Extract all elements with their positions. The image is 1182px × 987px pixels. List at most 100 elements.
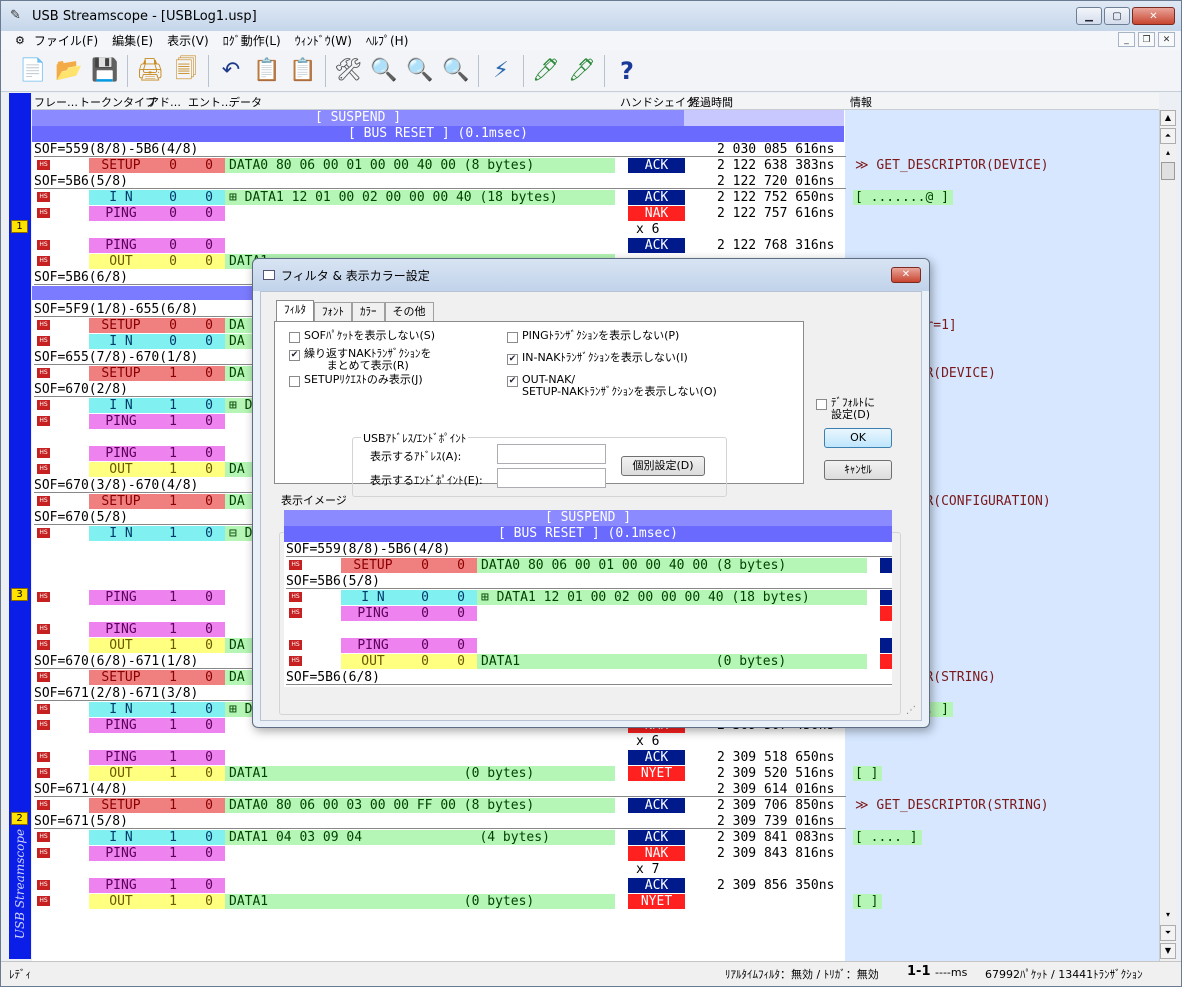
menu-item-2[interactable]: 表示(V) xyxy=(160,32,216,49)
checkbox-box[interactable] xyxy=(289,332,300,343)
packet-row[interactable]: SOF=559(8/8)-5B6(4/8) 2 030 085 616ns xyxy=(32,142,1159,158)
record-start-icon[interactable]: 🖊 xyxy=(530,54,562,88)
column-header-4[interactable]: データ xyxy=(229,94,262,110)
document-menu-icon[interactable]: ⚙ xyxy=(15,34,25,47)
filter-tools-icon[interactable]: 🛠 xyxy=(332,54,364,88)
column-header-7[interactable]: 情報 xyxy=(850,94,872,110)
packet-row[interactable]: SOF=559(8/8)-5B6(4/8) xyxy=(284,542,892,558)
packet-row[interactable]: [ SUSPEND ] xyxy=(284,510,892,526)
packet-row[interactable]: SOF=5B6(5/8) 2 122 720 016ns xyxy=(32,174,1159,190)
packet-row[interactable]: HS SETUP 0 0 DATA0 80 06 00 01 00 00 40 00 (… xyxy=(284,558,892,574)
menu-item-3[interactable]: ﾛｸﾞ動作(L) xyxy=(216,32,288,49)
mdi-minimize-button[interactable]: _ xyxy=(1118,32,1135,47)
scroll-down-icon[interactable]: ▾ xyxy=(1160,908,1176,924)
column-header-0[interactable]: フレー… xyxy=(34,94,78,110)
checkbox-box[interactable]: ✔ xyxy=(289,350,300,361)
scroll-page-up-icon[interactable]: ⏶ xyxy=(1160,128,1176,144)
undo-icon[interactable]: ↶ xyxy=(215,54,247,88)
close-button[interactable]: ✕ xyxy=(1132,7,1175,25)
column-header-5[interactable]: ハンドシェイク xyxy=(620,94,697,110)
find-next-icon[interactable]: 🔍 xyxy=(404,54,436,88)
menu-item-0[interactable]: ファイル(F) xyxy=(27,32,105,49)
column-header-3[interactable]: エント… xyxy=(188,94,232,110)
packet-row[interactable] xyxy=(284,622,892,638)
individual-settings-button[interactable]: 個別設定(D) xyxy=(621,456,705,476)
copy-icon[interactable]: 📋 xyxy=(251,54,283,88)
marker-sidebar[interactable]: USB Streamscope 1 3 2 xyxy=(9,93,31,959)
data-field[interactable]: DATA1 04 03 09 04 (4 bytes) xyxy=(225,830,615,845)
filter-checkbox[interactable]: PINGﾄﾗﾝｻﾞｸｼｮﾝを表示しない(P) xyxy=(507,330,679,343)
resize-grip-icon[interactable]: ⋰ xyxy=(906,705,918,717)
data-field[interactable]: ⊞ DATA1 12 01 00 02 00 00 00 40 (18 byte… xyxy=(225,190,615,205)
filter-checkbox[interactable]: SOFﾊﾟｹｯﾄを表示しない(S) xyxy=(289,330,435,343)
checkbox-box[interactable] xyxy=(507,332,518,343)
marker-badge[interactable]: 2 xyxy=(11,812,28,825)
packet-row[interactable]: HS PING 0 0 xyxy=(284,606,892,622)
packet-row[interactable]: SOF=5B6(5/8) xyxy=(284,574,892,590)
tab-3[interactable]: その他 xyxy=(384,302,434,322)
trigger-icon[interactable]: ⚡ xyxy=(485,54,517,88)
scroll-bottom-icon[interactable]: ▼ xyxy=(1160,943,1176,959)
packet-row[interactable]: [ BUS RESET ] (0.1msec) xyxy=(284,526,892,542)
data-field[interactable]: DATA0 80 06 00 03 00 00 FF 00 (8 bytes) xyxy=(225,798,615,813)
checkbox-box[interactable]: ✔ xyxy=(507,354,518,365)
data-field[interactable]: DATA1 (0 bytes) xyxy=(225,766,615,781)
packet-row[interactable]: x 7 xyxy=(32,862,1159,878)
packet-row[interactable]: [ SUSPEND ] xyxy=(32,110,1159,126)
mdi-close-button[interactable]: ✕ xyxy=(1158,32,1175,47)
vertical-scrollbar[interactable]: ▲ ⏶ ▴ ▾ ⏷ ▼ xyxy=(1159,110,1176,961)
cancel-button[interactable]: ｷｬﾝｾﾙ xyxy=(824,460,892,480)
scroll-page-down-icon[interactable]: ⏷ xyxy=(1160,925,1176,941)
print-icon[interactable]: 🖨 xyxy=(134,54,166,88)
checkbox-box[interactable]: ✔ xyxy=(507,376,518,387)
packet-row[interactable]: HS PING 1 0 ACK 2 309 856 350ns xyxy=(32,878,1159,894)
packet-row[interactable]: HS PING 0 0 ACK 2 122 768 316ns xyxy=(32,238,1159,254)
new-icon[interactable]: 📄 xyxy=(17,54,49,88)
packet-row[interactable]: HS PING 0 0 NAK 2 122 757 616ns xyxy=(32,206,1159,222)
filter-checkbox[interactable]: ✔ 繰り返すNAKﾄﾗﾝｻﾞｸｼｮﾝを まとめて表示(R) xyxy=(289,348,431,372)
packet-row[interactable]: HS SETUP 0 0 DATA0 80 06 00 01 00 00 40 00 (… xyxy=(32,158,1159,174)
title-bar[interactable]: ✎ USB Streamscope - [USBLog1.usp] ▁ ▢ ✕ xyxy=(1,1,1181,31)
default-checkbox-box[interactable] xyxy=(816,399,827,410)
tab-0[interactable]: ﾌｨﾙﾀ xyxy=(276,300,314,322)
packet-row[interactable]: [ BUS RESET ] (0.1msec) xyxy=(32,126,1159,142)
data-field[interactable]: DATA1 (0 bytes) xyxy=(225,894,615,909)
scroll-top-icon[interactable]: ▲ xyxy=(1160,110,1176,126)
packet-row[interactable]: HS I N 1 0 DATA1 04 03 09 04 (4 bytes) ACK 2 3… xyxy=(32,830,1159,846)
filter-checkbox[interactable]: ✔ IN-NAKﾄﾗﾝｻﾞｸｼｮﾝを表示しない(I) xyxy=(507,352,688,365)
endpoint-input[interactable] xyxy=(497,468,606,488)
packet-row[interactable]: HS I N 0 0 ⊞ DATA1 12 01 00 02 00 00 00 40 (… xyxy=(284,590,892,606)
marker-badge[interactable]: 1 xyxy=(11,220,28,233)
dialog-close-button[interactable]: ✕ xyxy=(891,267,921,283)
packet-row[interactable]: HS OUT 0 0 DATA1 (0 bytes) xyxy=(284,654,892,670)
ok-button[interactable]: OK xyxy=(824,428,892,448)
packet-row[interactable]: HS PING 1 0 NAK 2 309 843 816ns xyxy=(32,846,1159,862)
dialog-title-bar[interactable]: フィルタ & 表示カラー設定 ✕ xyxy=(253,259,929,291)
data-field[interactable]: DATA0 80 06 00 01 00 00 40 00 (8 bytes) xyxy=(225,158,615,173)
packet-row[interactable]: x 6 xyxy=(32,222,1159,238)
data-field[interactable]: DATA0 80 06 00 01 00 00 40 00 (8 bytes) xyxy=(477,558,867,573)
filter-checkbox[interactable]: ✔ OUT-NAK/ SETUP-NAKﾄﾗﾝｻﾞｸｼｮﾝを表示しない(O) xyxy=(507,374,717,398)
menu-item-4[interactable]: ｳｨﾝﾄﾞｳ(W) xyxy=(288,32,359,49)
maximize-button[interactable]: ▢ xyxy=(1104,7,1130,25)
minimize-button[interactable]: ▁ xyxy=(1076,7,1102,25)
scroll-thumb[interactable] xyxy=(1161,162,1175,180)
tab-2[interactable]: ｶﾗｰ xyxy=(352,302,385,322)
scroll-up-icon[interactable]: ▴ xyxy=(1160,146,1176,162)
data-field[interactable]: DATA1 (0 bytes) xyxy=(477,654,867,669)
zoom-icon[interactable]: 🔍 xyxy=(368,54,400,88)
column-header-1[interactable]: トークンタイプ xyxy=(79,94,156,110)
packet-row[interactable]: HS PING 1 0 ACK 2 309 518 650ns xyxy=(32,750,1159,766)
packet-row[interactable]: HS I N 0 0 ⊞ DATA1 12 01 00 02 00 00 00 40 (… xyxy=(32,190,1159,206)
packet-row[interactable]: x 6 xyxy=(32,734,1159,750)
mdi-restore-button[interactable]: ❐ xyxy=(1138,32,1155,47)
packet-row[interactable]: SOF=5B6(6/8) xyxy=(284,670,892,686)
checkbox-box[interactable] xyxy=(289,376,300,387)
data-field[interactable]: ⊞ DATA1 12 01 00 02 00 00 00 40 (18 byte… xyxy=(477,590,867,605)
menu-item-1[interactable]: 編集(E) xyxy=(105,32,160,49)
menu-item-5[interactable]: ﾍﾙﾌﾟ(H) xyxy=(359,32,415,49)
default-checkbox[interactable]: ﾃﾞﾌｫﾙﾄに 設定(D) xyxy=(816,397,875,421)
packet-row[interactable]: SOF=671(5/8) 2 309 739 016ns xyxy=(32,814,1159,830)
save-icon[interactable]: 💾 xyxy=(89,54,121,88)
column-header-6[interactable]: 経過時間 xyxy=(689,94,733,110)
